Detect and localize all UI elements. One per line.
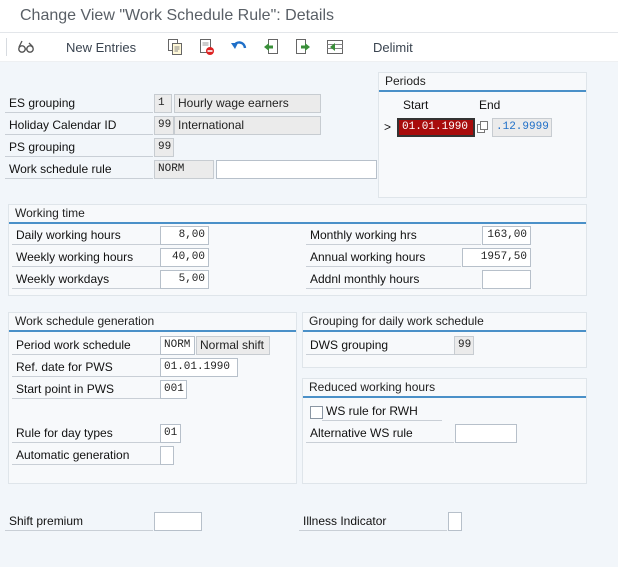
dws-grouping-label: DWS grouping: [306, 336, 454, 355]
ref-date-field[interactable]: 01.01.1990: [160, 358, 238, 377]
monthly-working-hrs-field[interactable]: 163,00: [482, 226, 531, 245]
glasses-icon[interactable]: [16, 37, 36, 57]
period-end-label: End: [479, 98, 501, 112]
daily-working-hours-label: Daily working hours: [12, 226, 160, 245]
copy-icon[interactable]: [165, 37, 185, 57]
start-point-label: Start point in PWS: [12, 380, 160, 399]
automatic-generation-label: Automatic generation: [12, 446, 160, 465]
shift-premium-field[interactable]: [154, 512, 202, 531]
es-grouping-text: Hourly wage earners: [174, 94, 321, 113]
monthly-working-hrs-label: Monthly working hrs: [306, 226, 481, 245]
alternative-ws-rule-field[interactable]: [455, 424, 517, 443]
periods-title: Periods: [379, 73, 586, 92]
reduced-working-hours-title: Reduced working hours: [303, 379, 586, 398]
ps-grouping-label: PS grouping: [5, 138, 153, 157]
rule-day-types-label: Rule for day types: [12, 424, 160, 443]
next-entry-icon[interactable]: [293, 37, 313, 57]
dws-grouping-field[interactable]: 99: [454, 336, 474, 355]
main-content: ES grouping 1 Hourly wage earners Holida…: [0, 62, 618, 567]
work-schedule-rule-label: Work schedule rule: [5, 160, 153, 179]
annual-working-hours-label: Annual working hours: [306, 248, 461, 267]
illness-indicator-label: Illness Indicator: [299, 512, 447, 531]
weekly-working-hours-field[interactable]: 40,00: [160, 248, 209, 267]
shift-premium-label: Shift premium: [5, 512, 153, 531]
annual-working-hours-field[interactable]: 1957,50: [462, 248, 531, 267]
weekly-workdays-field[interactable]: 5,00: [160, 270, 209, 289]
start-point-field[interactable]: 001: [160, 380, 187, 399]
period-work-schedule-field[interactable]: NORM: [160, 336, 195, 355]
current-period-marker: >: [384, 120, 392, 134]
work-schedule-rule-text: [216, 160, 377, 179]
period-end-field[interactable]: .12.9999: [492, 118, 552, 137]
undo-icon[interactable]: [229, 37, 249, 57]
period-work-schedule-text: Normal shift: [196, 336, 270, 355]
illness-indicator-field[interactable]: [448, 512, 462, 531]
select-all-icon[interactable]: [325, 37, 345, 57]
es-grouping-label: ES grouping: [5, 94, 153, 113]
work-schedule-generation-title: Work schedule generation: [9, 313, 296, 332]
previous-entry-icon[interactable]: [261, 37, 281, 57]
alternative-ws-rule-label: Alternative WS rule: [306, 424, 454, 443]
period-start-field[interactable]: 01.01.1990: [397, 118, 475, 137]
new-entries-button[interactable]: New Entries: [66, 40, 136, 55]
daily-working-hours-field[interactable]: 8,00: [160, 226, 209, 245]
holiday-calendar-text: International: [174, 116, 321, 135]
period-work-schedule-label: Period work schedule: [12, 336, 160, 355]
title-bar: Change View "Work Schedule Rule": Detail…: [0, 0, 618, 33]
ref-date-label: Ref. date for PWS: [12, 358, 160, 377]
period-start-label: Start: [403, 98, 429, 112]
copy-period-icon[interactable]: [475, 118, 491, 136]
toolbar-separator: [6, 38, 7, 56]
working-time-title: Working time: [9, 205, 586, 224]
work-schedule-rule-field[interactable]: NORM: [154, 160, 214, 179]
dws-grouping-title: Grouping for daily work schedule: [303, 313, 586, 332]
ws-rule-rwh-label: WS rule for RWH: [322, 402, 442, 421]
periods-group: Periods Start End > 01.01.1990 .12.9999: [378, 72, 587, 198]
addnl-monthly-hours-label: Addnl monthly hours: [306, 270, 481, 289]
addnl-monthly-hours-field[interactable]: [482, 270, 531, 289]
holiday-calendar-label: Holiday Calendar ID: [5, 116, 153, 135]
holiday-calendar-field[interactable]: 99: [154, 116, 174, 135]
application-toolbar: New Entries Delimit: [0, 33, 618, 62]
es-grouping-field[interactable]: 1: [154, 94, 172, 113]
rule-day-types-field[interactable]: 01: [160, 424, 181, 443]
weekly-workdays-label: Weekly workdays: [12, 270, 160, 289]
delimit-button[interactable]: Delimit: [373, 40, 413, 55]
delete-icon[interactable]: [197, 37, 217, 57]
weekly-working-hours-label: Weekly working hours: [12, 248, 160, 267]
ps-grouping-field[interactable]: 99: [154, 138, 174, 157]
page-title: Change View "Work Schedule Rule": Detail…: [20, 7, 335, 24]
automatic-generation-field[interactable]: [160, 446, 174, 465]
